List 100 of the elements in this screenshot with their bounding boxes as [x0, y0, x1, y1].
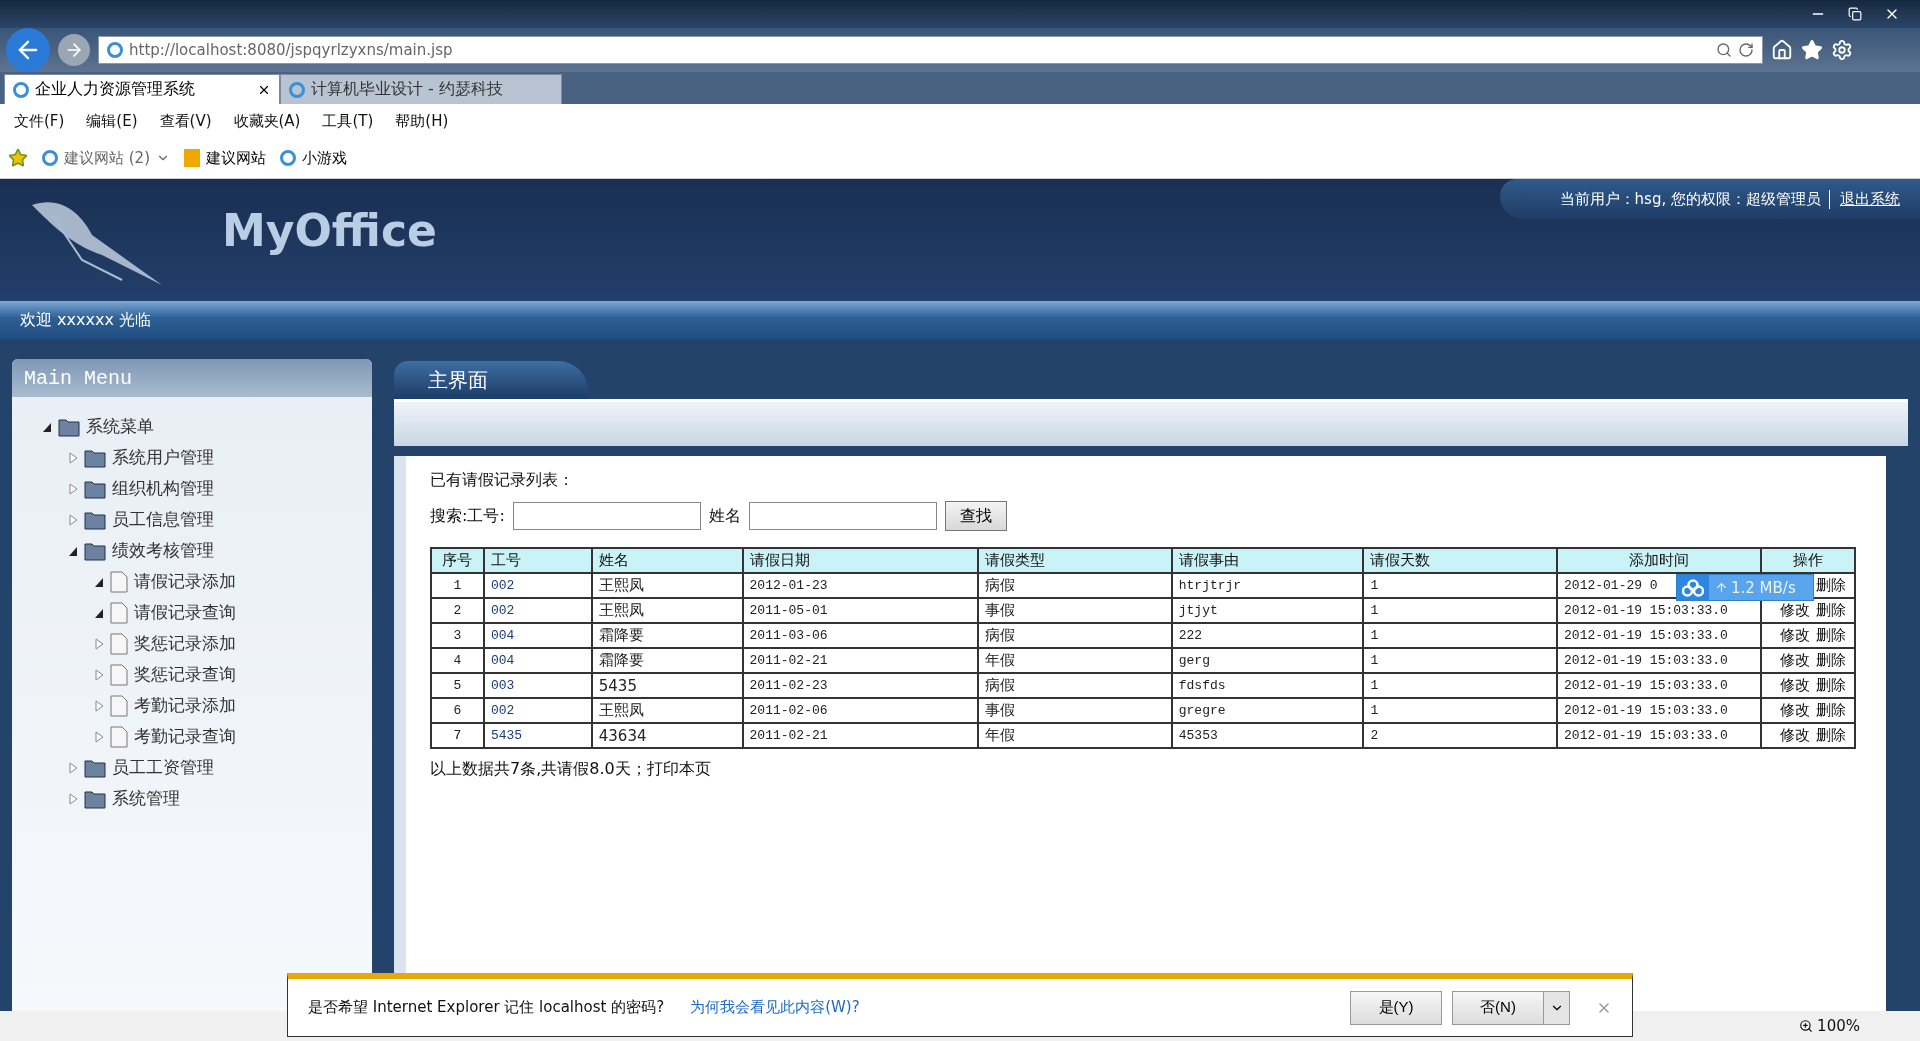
print-link[interactable]: 打印本页 [646, 759, 711, 780]
table-cell: 事假 [978, 598, 1172, 623]
action-link[interactable]: 修改 [1780, 601, 1810, 620]
menu-item[interactable]: 查看(V) [159, 111, 212, 131]
table-cell: 王熙凤 [591, 598, 743, 623]
table-cell: 霜降要 [591, 623, 743, 648]
menu-item[interactable]: 帮助(H) [395, 111, 449, 131]
menu-tree-item[interactable]: 奖惩记录添加 [134, 632, 236, 655]
table-cell: jtjyt [1171, 598, 1364, 623]
table-cell: 4 [431, 648, 484, 673]
table-cell: 王熙凤 [591, 573, 743, 598]
menu-tree-item[interactable]: 请假记录添加 [134, 570, 236, 593]
menu-tree-item[interactable]: 考勤记录添加 [134, 694, 236, 717]
action-link[interactable]: 删除 [1816, 726, 1846, 745]
menu-tree-item[interactable]: 奖惩记录查询 [134, 663, 236, 686]
logout-link[interactable]: 退出系统 [1829, 189, 1900, 209]
no-button[interactable]: 否(N) [1452, 990, 1544, 1025]
table-cell: 王熙凤 [591, 698, 743, 723]
column-header: 请假日期 [742, 548, 979, 573]
notification-message: 是否希望 Internet Explorer 记住 localhost 的密码? [308, 998, 665, 1017]
help-link[interactable]: 为何我会看见此内容(W)? [690, 998, 1324, 1017]
favorites-link[interactable]: 建议网站 [184, 148, 266, 168]
table-cell: 2012-01-19 15:03:33.0 [1557, 698, 1761, 723]
column-header: 请假事由 [1171, 548, 1364, 573]
table-cell: 2012-01-23 [742, 573, 979, 598]
action-link[interactable]: 修改 [1780, 651, 1810, 670]
table-cell: 2012-01-19 15:03:33.0 [1557, 648, 1761, 673]
address-bar[interactable]: http://localhost:8080/jspqyrlzyxns/main.jsp [98, 36, 1763, 64]
table-cell: 002 [483, 598, 592, 623]
table-cell: 002 [483, 573, 592, 598]
table-cell: 1 [1363, 673, 1558, 698]
table-cell: 222 [1171, 623, 1364, 648]
table-cell: 2011-02-21 [742, 648, 979, 673]
column-header: 添加时间 [1557, 548, 1761, 573]
yes-button[interactable]: 是(Y) [1350, 990, 1442, 1025]
column-header: 序号 [431, 548, 484, 573]
menu-tree-item[interactable]: 系统菜单 [86, 415, 154, 438]
table-cell: 1 [1363, 573, 1558, 598]
menu-tree-item[interactable]: 请假记录查询 [134, 601, 236, 624]
table-cell: 2012-01-19 15:03:33.0 [1557, 723, 1761, 748]
menu-tree-item[interactable]: 考勤记录查询 [134, 725, 236, 748]
action-link[interactable]: 修改 [1780, 626, 1810, 645]
table-cell: 2011-02-21 [742, 723, 979, 748]
name-label: 姓名 [708, 505, 741, 527]
table-cell: gregre [1171, 698, 1364, 723]
find-button[interactable]: 查找 [944, 501, 1007, 531]
table-cell: 1 [1363, 598, 1558, 623]
table-cell: 5 [431, 673, 484, 698]
table-cell: 事假 [978, 698, 1172, 723]
table-cell: 3 [431, 623, 484, 648]
table-cell: gerg [1171, 648, 1364, 673]
table-cell: 5435 [591, 673, 743, 698]
table-cell: 2011-02-23 [742, 673, 979, 698]
table-cell: 5435 [483, 723, 592, 748]
welcome-text: 欢迎 xxxxxx 光临 [20, 309, 151, 331]
menu-item[interactable]: 编辑(E) [86, 111, 138, 131]
list-title: 已有请假记录列表： [430, 470, 574, 491]
table-cell: 43634 [591, 723, 743, 748]
table-cell: 2011-05-01 [742, 598, 979, 623]
table-cell: 6 [431, 698, 484, 723]
logo-text: MyOffice [222, 204, 437, 256]
menu-tree-item[interactable]: 组织机构管理 [112, 477, 214, 500]
menu-tree-item[interactable]: 系统用户管理 [112, 446, 214, 469]
table-cell: 2012-01-19 15:03:33.0 [1557, 623, 1761, 648]
table-cell: 2012-01-19 15:03:33.0 [1557, 673, 1761, 698]
table-cell: 霜降要 [591, 648, 743, 673]
menu-item[interactable]: 文件(F) [14, 111, 65, 131]
column-header: 操作 [1760, 548, 1855, 573]
action-link[interactable]: 修改 [1780, 676, 1810, 695]
action-link[interactable]: 修改 [1780, 726, 1810, 745]
sidebar-title: Main Menu [24, 366, 133, 390]
browser-tab[interactable]: 企业人力资源管理系统 [4, 74, 280, 104]
column-header: 请假类型 [978, 548, 1172, 573]
action-link[interactable]: 删除 [1816, 676, 1846, 695]
table-cell: 2011-03-06 [742, 623, 979, 648]
table-cell: 1 [1363, 648, 1558, 673]
table-cell: 1 [1363, 623, 1558, 648]
main-tab[interactable]: 主界面 [394, 361, 588, 399]
action-link[interactable]: 删除 [1816, 601, 1846, 620]
action-link[interactable]: 删除 [1816, 626, 1846, 645]
zoom-level[interactable]: 100% [1817, 1017, 1860, 1035]
table-cell: 病假 [978, 623, 1172, 648]
menu-tree-item[interactable]: 系统管理 [112, 787, 180, 810]
action-link[interactable]: 删除 [1816, 701, 1846, 720]
favorites-link[interactable]: 建议网站 (2) [42, 148, 170, 168]
table-cell: 病假 [978, 573, 1172, 598]
menu-tree-item[interactable]: 员工信息管理 [112, 508, 214, 531]
table-cell: 1 [431, 573, 484, 598]
table-cell: 004 [483, 648, 592, 673]
action-link[interactable]: 删除 [1816, 576, 1846, 595]
action-link[interactable]: 修改 [1780, 701, 1810, 720]
action-link[interactable]: 删除 [1816, 651, 1846, 670]
table-cell: 2 [431, 598, 484, 623]
menu-item[interactable]: 收藏夹(A) [233, 111, 301, 131]
menu-item[interactable]: 工具(T) [322, 111, 374, 131]
favorites-link[interactable]: 小游戏 [280, 148, 347, 168]
menu-tree-item[interactable]: 员工工资管理 [112, 756, 214, 779]
menu-tree-item[interactable]: 绩效考核管理 [112, 539, 214, 562]
browser-tab[interactable]: 计算机毕业设计 - 约瑟科技 [280, 74, 562, 104]
table-cell: 7 [431, 723, 484, 748]
